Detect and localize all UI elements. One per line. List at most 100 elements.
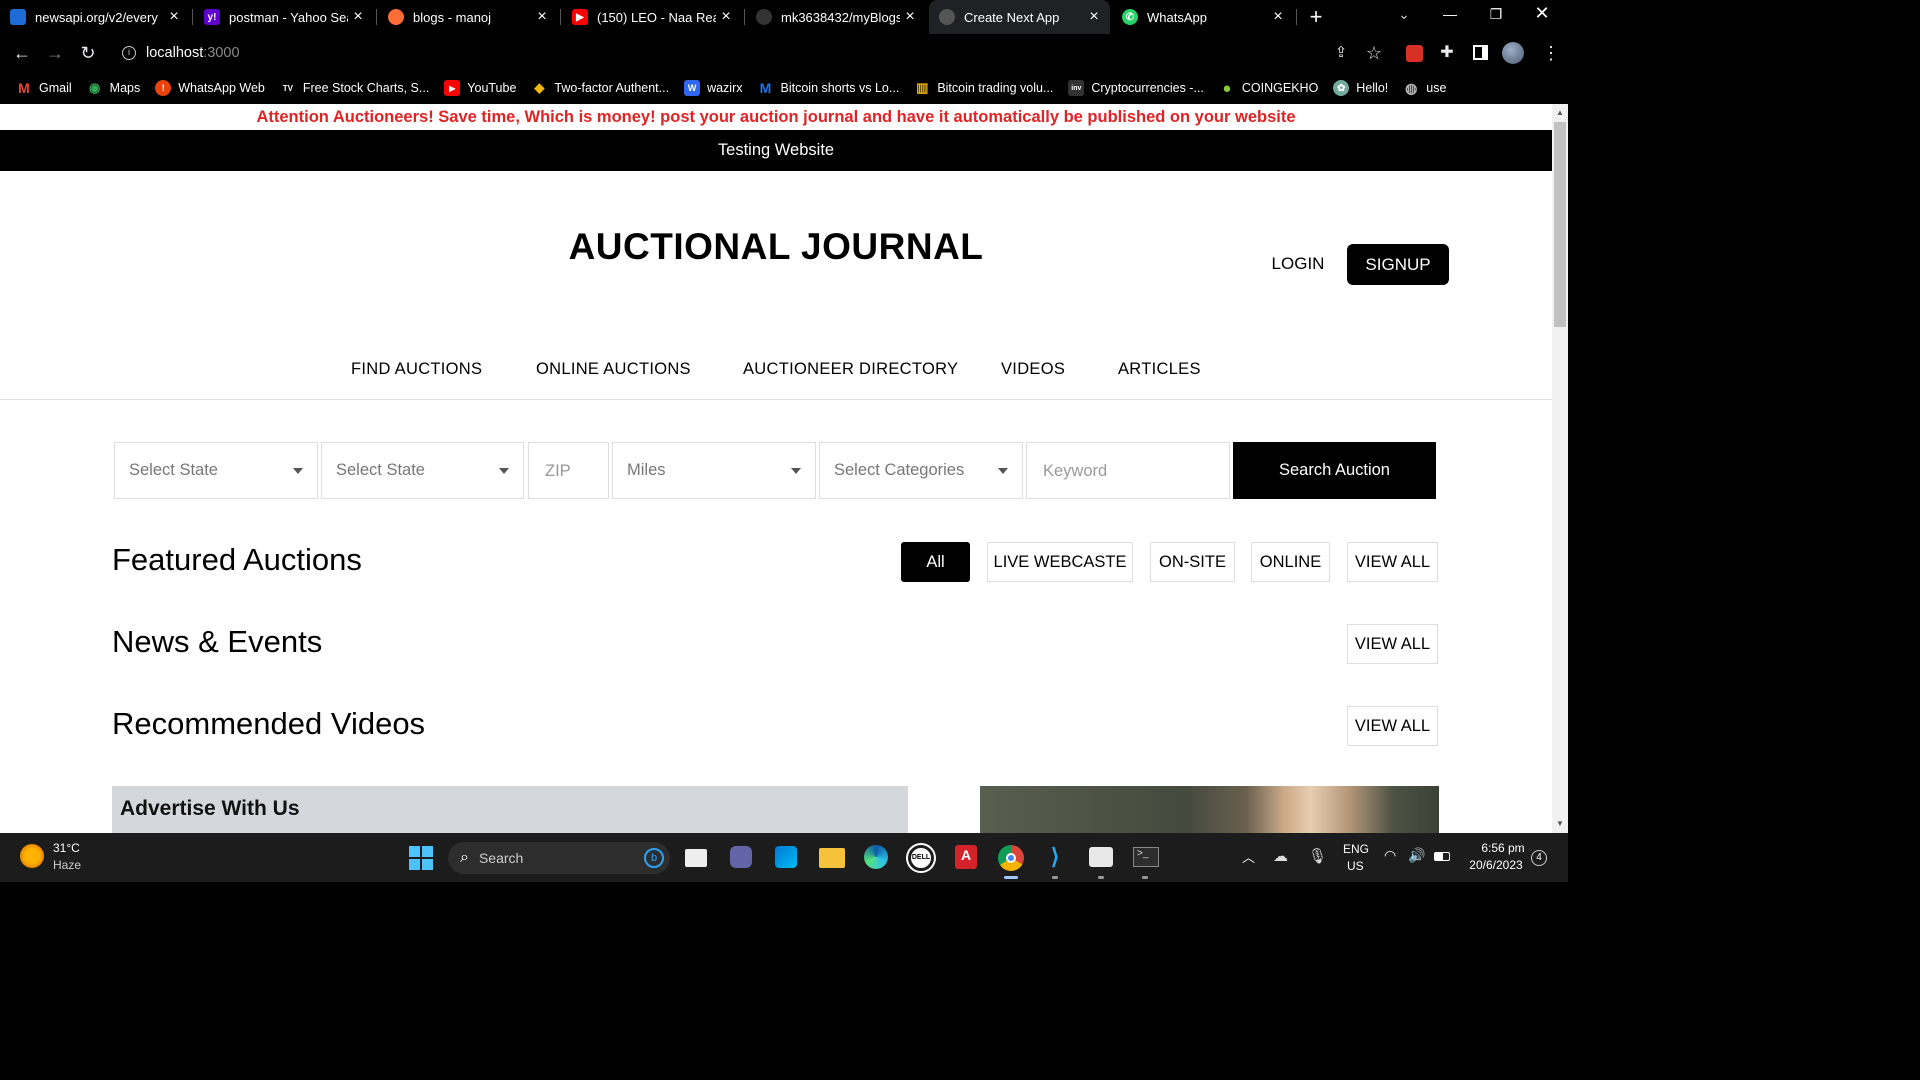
filter-all-button[interactable]: All bbox=[901, 542, 970, 582]
weather-condition[interactable]: Haze bbox=[53, 858, 81, 872]
side-panel-icon[interactable] bbox=[1473, 45, 1488, 60]
chrome-icon[interactable] bbox=[998, 845, 1024, 871]
nav-articles[interactable]: ARTICLES bbox=[1118, 360, 1201, 379]
weather-temp[interactable]: 31°C bbox=[53, 841, 80, 855]
bookmark-gmail[interactable]: M Gmail bbox=[16, 80, 72, 96]
file-explorer-icon[interactable] bbox=[819, 848, 845, 868]
keyword-input[interactable]: Keyword bbox=[1026, 442, 1230, 499]
browser-menu-icon[interactable]: ⋮ bbox=[1536, 34, 1566, 72]
microphone-icon[interactable]: 🎙 bbox=[1308, 847, 1327, 865]
videos-view-all-button[interactable]: VIEW ALL bbox=[1347, 706, 1438, 746]
bookmark-hello[interactable]: ✿ Hello! bbox=[1333, 80, 1388, 96]
share-icon[interactable]: ⇪ bbox=[1326, 34, 1356, 72]
miles-select[interactable]: Miles bbox=[612, 442, 816, 499]
teams-chat-icon[interactable] bbox=[730, 846, 752, 868]
tab-newsapi[interactable]: newsapi.org/v2/every × bbox=[0, 0, 190, 34]
battery-icon[interactable] bbox=[1434, 852, 1450, 861]
bookmark-whatsapp-web[interactable]: ! WhatsApp Web bbox=[155, 80, 265, 96]
weather-haze-icon[interactable] bbox=[20, 844, 44, 868]
dell-icon[interactable]: DELL bbox=[908, 845, 934, 871]
state-select[interactable]: Select State bbox=[114, 442, 318, 499]
close-icon[interactable]: × bbox=[1268, 8, 1288, 26]
login-button[interactable]: LOGIN bbox=[1262, 254, 1334, 274]
bookmark-maps[interactable]: ◉ Maps bbox=[87, 80, 140, 96]
filter-on-site-button[interactable]: ON-SITE bbox=[1150, 542, 1235, 582]
volume-icon[interactable]: 🔊 bbox=[1408, 847, 1425, 864]
extensions-puzzle-icon[interactable]: ✚ bbox=[1432, 34, 1462, 72]
page-scrollbar[interactable]: ▲ ▼ bbox=[1552, 104, 1568, 833]
filter-live-webcaste-button[interactable]: LIVE WEBCASTE bbox=[987, 542, 1133, 582]
bookmark-bitcoin-shorts[interactable]: M Bitcoin shorts vs Lo... bbox=[758, 80, 900, 96]
close-icon[interactable]: × bbox=[164, 8, 184, 26]
tab-youtube[interactable]: ▶ (150) LEO - Naa Read × bbox=[562, 0, 742, 34]
tab-github[interactable]: mk3638432/myBlogs × bbox=[746, 0, 926, 34]
close-icon[interactable]: × bbox=[1084, 8, 1104, 26]
filter-online-button[interactable]: ONLINE bbox=[1251, 542, 1330, 582]
close-icon[interactable]: × bbox=[900, 8, 920, 26]
bookmark-star-icon[interactable]: ☆ bbox=[1359, 34, 1389, 72]
news-events-title: News & Events bbox=[112, 624, 323, 659]
profile-avatar[interactable] bbox=[1502, 42, 1524, 64]
minimize-icon[interactable]: — bbox=[1440, 6, 1460, 22]
bookmark-youtube[interactable]: ▶ YouTube bbox=[444, 80, 516, 96]
zip-input[interactable]: ZIP bbox=[528, 442, 609, 499]
wifi-icon[interactable]: ◠ bbox=[1384, 847, 1396, 864]
scroll-down-icon[interactable]: ▼ bbox=[1556, 819, 1564, 828]
windows-start-icon[interactable] bbox=[409, 846, 433, 870]
bookmark-wazirx[interactable]: Wwazirx bbox=[684, 80, 743, 96]
clock-date[interactable]: 20/6/2023 bbox=[1464, 858, 1528, 872]
forward-icon[interactable]: → bbox=[40, 34, 70, 72]
video-thumbnail[interactable] bbox=[980, 786, 1439, 833]
scrollbar-thumb[interactable] bbox=[1554, 122, 1566, 327]
bookmark-use[interactable]: ◍ use bbox=[1403, 80, 1446, 96]
restore-icon[interactable]: ❐ bbox=[1486, 6, 1506, 23]
onedrive-icon[interactable]: ☁ bbox=[1273, 847, 1288, 865]
featured-view-all-button[interactable]: VIEW ALL bbox=[1347, 542, 1438, 582]
scroll-up-icon[interactable]: ▲ bbox=[1556, 108, 1564, 117]
autocad-icon[interactable]: A bbox=[955, 845, 977, 869]
news-view-all-button[interactable]: VIEW ALL bbox=[1347, 624, 1438, 664]
nav-online-auctions[interactable]: ONLINE AUCTIONS bbox=[536, 360, 691, 379]
tray-chevron-up-icon[interactable]: ︿ bbox=[1242, 847, 1255, 866]
extension-icon[interactable] bbox=[1406, 45, 1423, 62]
nav-auctioneer-directory[interactable]: AUCTIONEER DIRECTORY bbox=[743, 360, 958, 379]
edge-icon[interactable] bbox=[864, 845, 888, 869]
new-tab-icon[interactable]: + bbox=[1304, 4, 1328, 30]
close-icon[interactable]: × bbox=[716, 8, 736, 26]
vscode-icon[interactable]: ⟩ bbox=[1043, 845, 1067, 869]
task-view-icon[interactable] bbox=[685, 849, 707, 867]
nav-find-auctions[interactable]: FIND AUCTIONS bbox=[351, 360, 482, 379]
bing-icon[interactable]: b bbox=[644, 848, 664, 868]
tab-blogs[interactable]: blogs - manoj × bbox=[378, 0, 558, 34]
reload-icon[interactable]: ↻ bbox=[73, 34, 103, 72]
window-close-icon[interactable]: ✕ bbox=[1532, 3, 1552, 24]
app-icon[interactable] bbox=[1089, 847, 1113, 867]
notification-badge[interactable]: 4 bbox=[1531, 850, 1547, 866]
region-label[interactable]: US bbox=[1347, 859, 1364, 873]
site-info-icon[interactable]: i bbox=[122, 46, 136, 60]
taskbar-search[interactable]: ⌕ Search b bbox=[448, 842, 670, 874]
nav-videos[interactable]: VIDEOS bbox=[1001, 360, 1065, 379]
clock-time[interactable]: 6:56 pm bbox=[1478, 841, 1528, 855]
bookmark-coingecko[interactable]: ● COINGEKHO bbox=[1219, 80, 1318, 97]
state-select-2[interactable]: Select State bbox=[321, 442, 524, 499]
bookmark-bitcoin-volume[interactable]: ▥ Bitcoin trading volu... bbox=[914, 80, 1053, 96]
tab-create-next-app[interactable]: Create Next App × bbox=[929, 0, 1110, 34]
bookmark-investing[interactable]: inv Cryptocurrencies -... bbox=[1068, 80, 1204, 96]
close-icon[interactable]: × bbox=[348, 8, 368, 26]
microsoft-store-icon[interactable] bbox=[775, 846, 797, 868]
language-label[interactable]: ENG bbox=[1343, 842, 1369, 856]
terminal-icon[interactable]: >_ bbox=[1133, 847, 1159, 867]
back-icon[interactable]: ← bbox=[7, 34, 37, 72]
tab-whatsapp[interactable]: ✆ WhatsApp × bbox=[1112, 0, 1294, 34]
tab-search-chevron-icon[interactable]: ⌄ bbox=[1394, 6, 1414, 23]
tab-title: (150) LEO - Naa Read bbox=[597, 9, 716, 25]
tab-yahoo[interactable]: y! postman - Yahoo Sear × bbox=[194, 0, 374, 34]
bookmark-tradingview[interactable]: TV Free Stock Charts, S... bbox=[279, 80, 429, 96]
signup-button[interactable]: SIGNUP bbox=[1347, 244, 1449, 285]
search-auction-button[interactable]: Search Auction bbox=[1233, 442, 1436, 499]
categories-select[interactable]: Select Categories bbox=[819, 442, 1023, 499]
address-bar[interactable]: i localhost :3000 bbox=[110, 34, 1330, 72]
bookmark-binance[interactable]: ◆ Two-factor Authent... bbox=[531, 80, 669, 96]
close-icon[interactable]: × bbox=[532, 8, 552, 26]
